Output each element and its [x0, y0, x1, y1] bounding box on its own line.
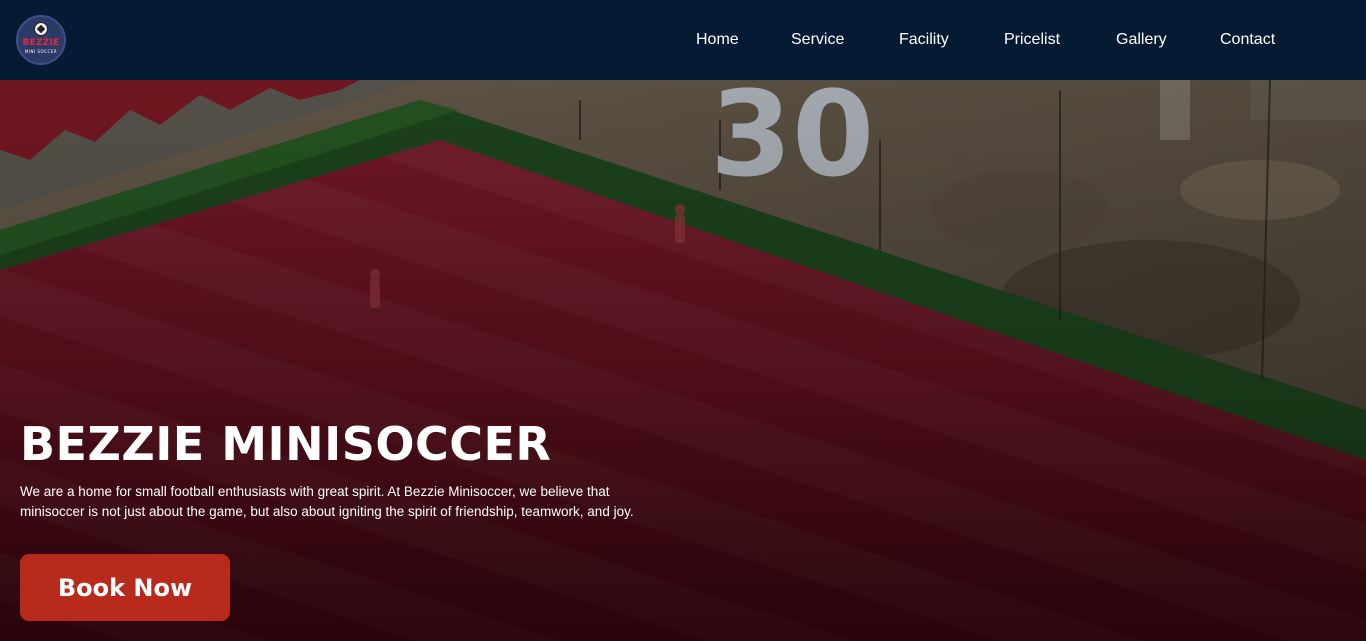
book-now-button[interactable]: Book Now: [20, 554, 230, 621]
brand-logo[interactable]: BEZZIE MINI SOCCER: [16, 15, 66, 65]
nav-link-contact[interactable]: Contact: [1220, 29, 1275, 51]
hero-description: We are a home for small football enthusi…: [20, 484, 634, 519]
soccer-ball-icon: [34, 22, 48, 36]
nav-link-facility[interactable]: Facility: [899, 29, 949, 51]
nav-link-gallery[interactable]: Gallery: [1116, 29, 1167, 51]
hero-section: 30 BEZZIE MINISOCCER We are a home for s…: [0, 80, 1366, 641]
top-navbar: BEZZIE MINI SOCCER Home Service Facility…: [0, 0, 1366, 80]
nav-link-home[interactable]: Home: [696, 29, 739, 51]
nav-link-pricelist[interactable]: Pricelist: [1004, 29, 1060, 51]
nav-link-service[interactable]: Service: [791, 29, 844, 51]
logo-subtext: MINI SOCCER: [24, 49, 58, 54]
logo-text: BEZZIE: [22, 38, 60, 48]
hero-title: BEZZIE MINISOCCER: [20, 417, 552, 471]
